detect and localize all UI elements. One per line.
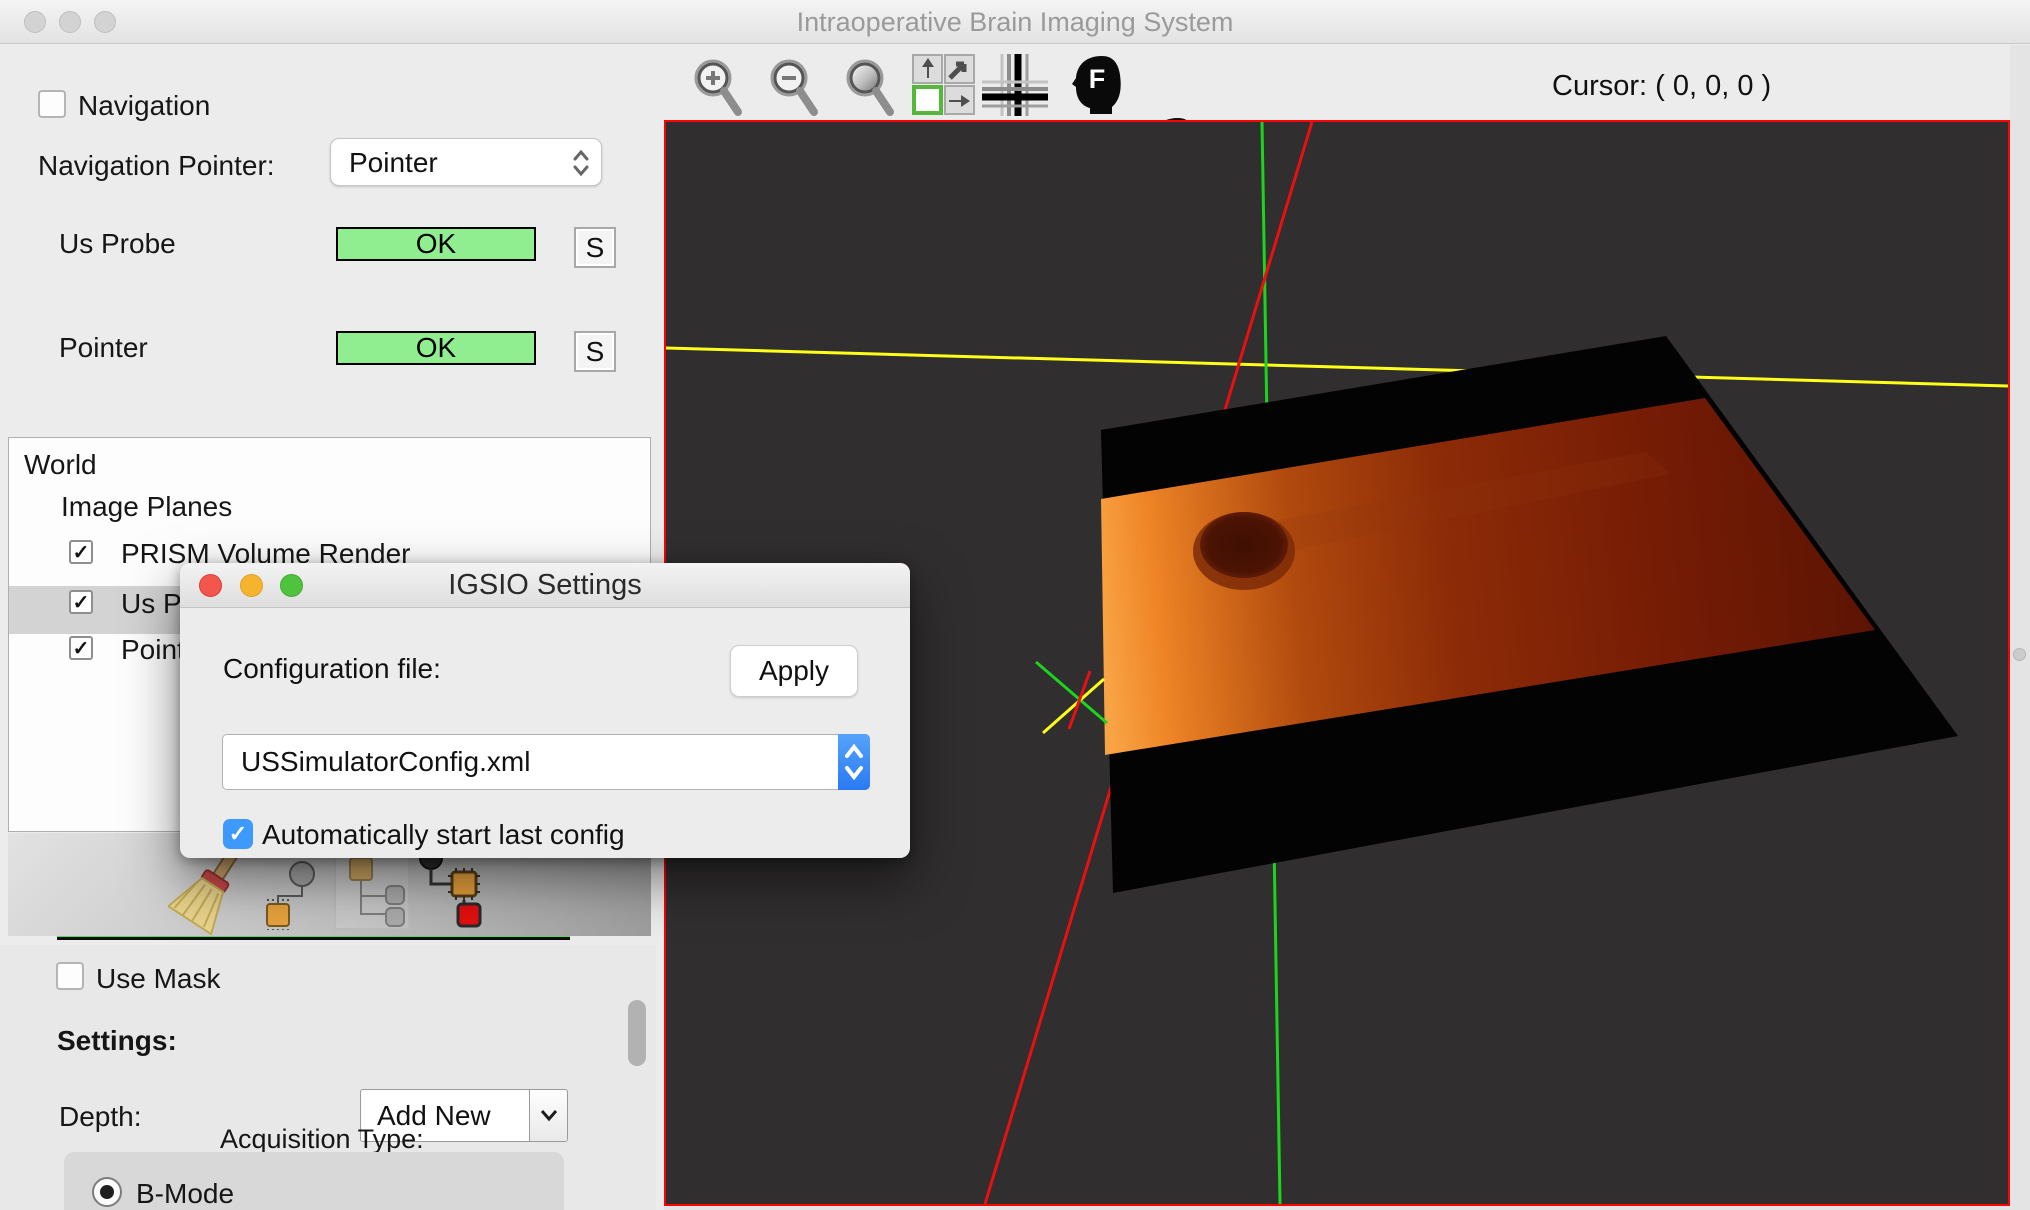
pointer-s-button[interactable]: S [574, 331, 616, 372]
pointer-label: Pointer [59, 332, 148, 364]
origin-marker-green [1036, 662, 1107, 723]
navigation-pointer-value: Pointer [349, 147, 438, 179]
tree-item-image-planes[interactable]: Image Planes [61, 491, 232, 523]
use-mask-checkbox[interactable] [56, 962, 84, 990]
us-probe-s-button[interactable]: S [574, 227, 616, 268]
origin-marker-yellow [1043, 679, 1104, 733]
chevron-down-icon [539, 1108, 559, 1122]
b-mode-radio[interactable] [92, 1177, 122, 1207]
tree-checkbox-prism[interactable] [69, 540, 93, 564]
zoom-fit-icon[interactable] [838, 54, 902, 123]
navigation-label: Navigation [78, 90, 210, 122]
auto-start-checkbox[interactable] [223, 819, 253, 849]
view-front-icon[interactable]: F [1070, 54, 1124, 116]
panel-scrollbar[interactable] [628, 1000, 646, 1066]
zoom-out-icon[interactable] [762, 54, 826, 123]
settings-heading: Settings: [57, 1025, 177, 1057]
stepper-chevrons-icon [838, 734, 870, 790]
tree-item-world[interactable]: World [24, 449, 97, 481]
view-front-letter: F [1070, 64, 1124, 95]
us-probe-status: OK [336, 227, 536, 261]
cursor-readout: Cursor: ( 0, 0, 0 ) [1552, 70, 1771, 103]
us-crater [1200, 512, 1288, 578]
config-file-combobox[interactable]: USSimulatorConfig.xml [222, 734, 870, 790]
navigation-pointer-label: Navigation Pointer: [38, 150, 275, 182]
zoom-in-icon[interactable] [686, 54, 750, 123]
depth-label: Depth: [59, 1101, 142, 1133]
combobox-stepper[interactable] [838, 734, 870, 790]
popup-chevrons-icon [571, 148, 591, 178]
scroll-dot[interactable] [2013, 648, 2026, 661]
tree-checkbox-us-probe[interactable] [69, 590, 93, 614]
pan-arrows-icon[interactable] [912, 54, 976, 121]
crosshair-grid-icon[interactable] [982, 54, 1048, 121]
axis-line-yellow [666, 348, 2008, 386]
igsio-settings-dialog: IGSIO Settings Configuration file: Apply… [180, 563, 910, 858]
transform-tree-icon[interactable] [258, 852, 322, 935]
tracker-progress-bar [57, 936, 570, 940]
acquisition-type-label: Acquisition Type: [220, 1124, 424, 1155]
combo-dropdown-button[interactable] [529, 1090, 567, 1141]
b-mode-label: B-Mode [136, 1178, 234, 1210]
use-mask-label: Use Mask [96, 963, 220, 995]
transform-branch-icon[interactable] [334, 850, 410, 935]
config-file-value: USSimulatorConfig.xml [241, 746, 530, 778]
dialog-title: IGSIO Settings [180, 563, 910, 608]
configuration-file-label: Configuration file: [223, 653, 441, 685]
auto-start-label: Automatically start last config [262, 819, 625, 851]
us-probe-label: Us Probe [59, 228, 176, 260]
tree-checkbox-pointer[interactable] [69, 636, 93, 660]
record-transform-icon[interactable] [414, 846, 486, 939]
window-right-gutter [2010, 45, 2030, 1210]
navigation-pointer-select[interactable]: Pointer [330, 138, 602, 186]
apply-button[interactable]: Apply [730, 645, 858, 697]
window-title: Intraoperative Brain Imaging System [0, 0, 2030, 44]
pointer-status: OK [336, 331, 536, 365]
origin-marker-red [1069, 671, 1090, 729]
navigation-checkbox[interactable] [38, 90, 66, 118]
